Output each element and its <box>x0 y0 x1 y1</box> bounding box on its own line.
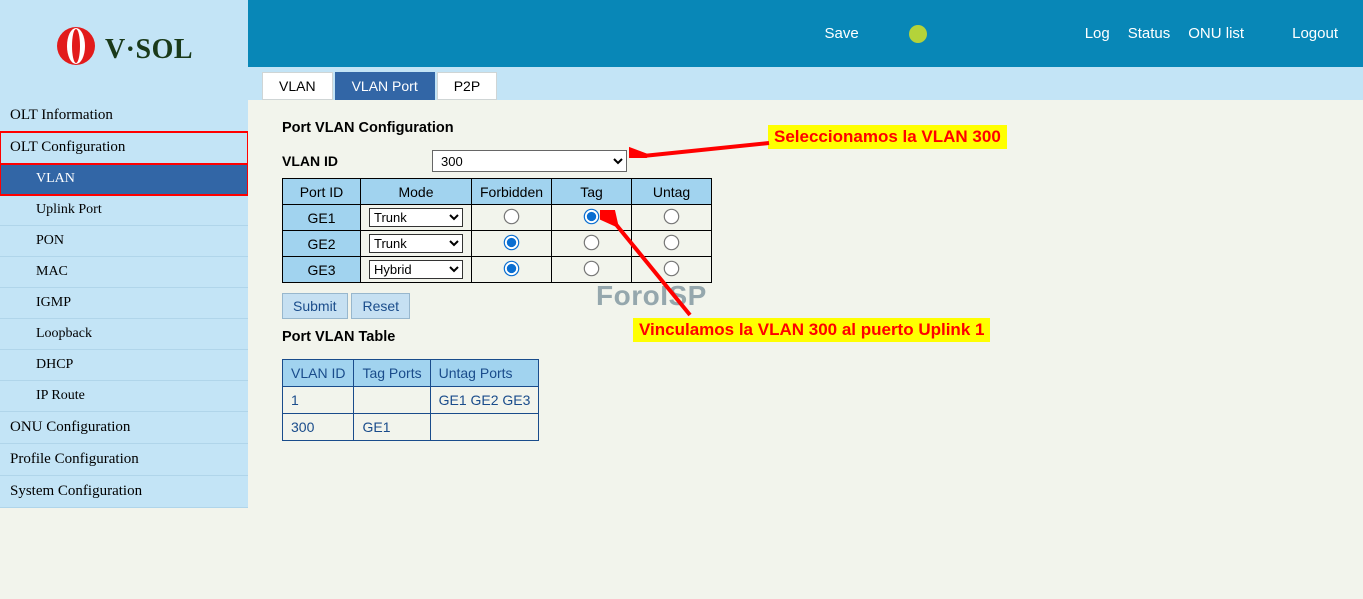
vlan-table-cell: GE1 GE2 GE3 <box>430 387 539 414</box>
sidebar-item-mac[interactable]: MAC <box>0 257 248 288</box>
sidebar-item-dhcp[interactable]: DHCP <box>0 350 248 381</box>
radio-tag[interactable] <box>584 260 600 276</box>
annotation-1: Seleccionamos la VLAN 300 <box>768 125 1007 149</box>
vlan-table-cell: 300 <box>283 414 354 441</box>
status-indicator-icon <box>909 25 927 43</box>
vlan-table-cell <box>430 414 539 441</box>
brand-logo: V·SOL <box>55 25 193 75</box>
sidebar-item-olt-information[interactable]: OLT Information <box>0 100 248 132</box>
nav-onu-list[interactable]: ONU list <box>1188 25 1244 42</box>
port-table-header: Forbidden <box>472 179 552 205</box>
radio-untag[interactable] <box>664 208 680 224</box>
port-id-cell: GE1 <box>283 205 361 231</box>
annotation-2: Vinculamos la VLAN 300 al puerto Uplink … <box>633 318 990 342</box>
tab-p2p[interactable]: P2P <box>437 72 497 100</box>
vlan-id-select[interactable]: 300 <box>432 150 627 172</box>
sidebar-item-profile-configuration[interactable]: Profile Configuration <box>0 444 248 476</box>
radio-tag[interactable] <box>584 234 600 250</box>
logo-area: V·SOL <box>0 0 248 100</box>
sidebar: OLT InformationOLT ConfigurationVLANUpli… <box>0 100 248 508</box>
radio-untag[interactable] <box>664 260 680 276</box>
port-table-header: Untag <box>632 179 712 205</box>
watermark: ForoISP <box>596 280 707 312</box>
sidebar-item-onu-configuration[interactable]: ONU Configuration <box>0 412 248 444</box>
nav-status[interactable]: Status <box>1128 25 1171 42</box>
port-config-table: Port IDModeForbiddenTagUntag GE1 TrunkHybr… <box>282 178 712 283</box>
mode-select[interactable]: TrunkHybrid <box>369 260 463 279</box>
port-table-header: Port ID <box>283 179 361 205</box>
radio-forbidden[interactable] <box>504 234 520 250</box>
vlan-table-cell <box>354 387 430 414</box>
port-id-cell: GE2 <box>283 231 361 257</box>
vlan-table-cell: GE1 <box>354 414 430 441</box>
vlan-table-header: Tag Ports <box>354 360 430 387</box>
tab-vlan[interactable]: VLAN <box>262 72 333 100</box>
button-row: Submit Reset <box>282 293 1329 319</box>
mode-select[interactable]: TrunkHybrid <box>369 208 463 227</box>
topbar: Save Log Status ONU list Logout <box>248 0 1363 67</box>
sidebar-item-ip-route[interactable]: IP Route <box>0 381 248 412</box>
vlan-table-header: Untag Ports <box>430 360 539 387</box>
vlan-id-row: VLAN ID 300 <box>282 150 1329 172</box>
radio-forbidden[interactable] <box>504 260 520 276</box>
sidebar-item-vlan[interactable]: VLAN <box>0 164 248 195</box>
brand-icon <box>55 25 97 75</box>
sidebar-item-loopback[interactable]: Loopback <box>0 319 248 350</box>
table-row: 300GE1 <box>283 414 539 441</box>
sidebar-item-uplink-port[interactable]: Uplink Port <box>0 195 248 226</box>
main-content: Port VLAN Configuration VLAN ID 300 Port… <box>248 100 1363 599</box>
table-row: GE3 TrunkHybrid <box>283 257 712 283</box>
port-table-header: Tag <box>552 179 632 205</box>
save-label[interactable]: Save <box>825 25 859 42</box>
table-row: 1 GE1 GE2 GE3 <box>283 387 539 414</box>
sidebar-item-olt-configuration[interactable]: OLT Configuration <box>0 132 248 164</box>
port-id-cell: GE3 <box>283 257 361 283</box>
vlan-table-cell: 1 <box>283 387 354 414</box>
nav-log[interactable]: Log <box>1085 25 1110 42</box>
brand-text: V·SOL <box>105 34 193 66</box>
nav-logout[interactable]: Logout <box>1292 25 1338 42</box>
submit-button[interactable]: Submit <box>282 293 348 319</box>
radio-tag[interactable] <box>584 208 600 224</box>
port-vlan-table: VLAN IDTag PortsUntag Ports1GE1 GE2 GE33… <box>282 359 539 441</box>
vlan-id-label: VLAN ID <box>282 153 432 169</box>
vlan-table-header: VLAN ID <box>283 360 354 387</box>
port-table-header: Mode <box>361 179 472 205</box>
mode-select[interactable]: TrunkHybrid <box>369 234 463 253</box>
tab-vlan-port[interactable]: VLAN Port <box>335 72 435 100</box>
radio-forbidden[interactable] <box>504 208 520 224</box>
sidebar-item-system-configuration[interactable]: System Configuration <box>0 476 248 508</box>
radio-untag[interactable] <box>664 234 680 250</box>
table-row: GE1 TrunkHybrid <box>283 205 712 231</box>
table-row: GE2 TrunkHybrid <box>283 231 712 257</box>
reset-button[interactable]: Reset <box>351 293 410 319</box>
tabstrip: VLANVLAN PortP2P <box>248 67 1363 100</box>
sidebar-item-pon[interactable]: PON <box>0 226 248 257</box>
sidebar-item-igmp[interactable]: IGMP <box>0 288 248 319</box>
